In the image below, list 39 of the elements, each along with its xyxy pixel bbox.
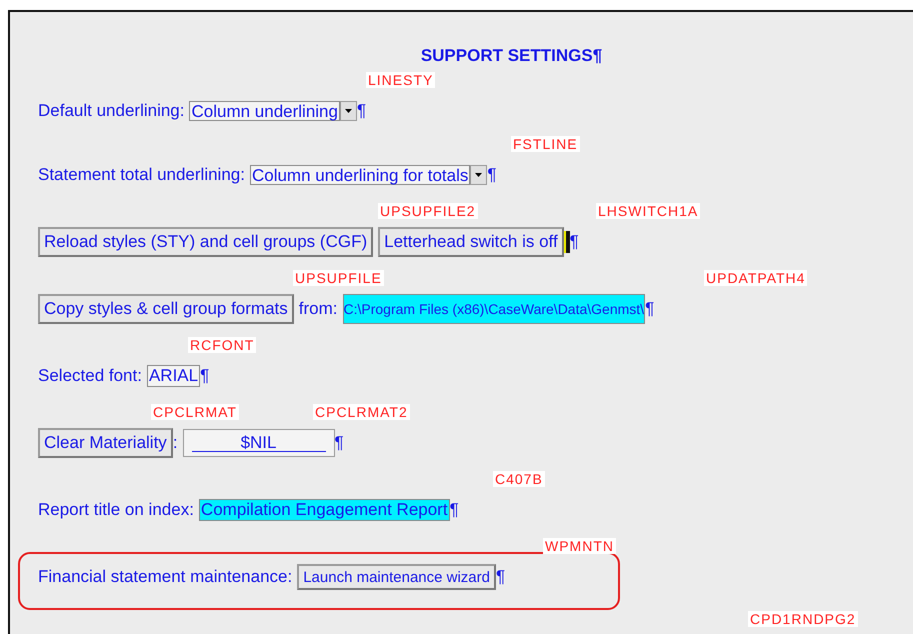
action-button[interactable]: Letterhead switch is off <box>378 227 564 257</box>
dropdown-arrow-icon <box>475 173 482 177</box>
field-code-tag: UPDATPATH4 <box>704 270 808 286</box>
action-button[interactable]: Clear Materiality <box>38 428 173 458</box>
paragraph-mark: ¶ <box>450 500 459 520</box>
paragraph-mark: ¶ <box>570 232 579 252</box>
field-label: Financial statement maintenance: <box>38 567 292 587</box>
field-code-tag: LINESTY <box>366 72 436 88</box>
paragraph-mark: ¶ <box>496 567 506 587</box>
input-field[interactable]: C:\Program Files (x86)\CaseWare\Data\Genmst\ <box>342 294 646 324</box>
field-code-tag: LHSWITCH1A <box>596 203 700 219</box>
field-label: Selected font: <box>38 366 142 386</box>
field-code-tag: RCFONT <box>188 337 256 353</box>
field-label: : <box>172 433 178 453</box>
field-code-tag: UPSUPFILE2 <box>378 203 478 219</box>
paragraph-mark: ¶ <box>487 165 497 185</box>
action-button[interactable]: Launch maintenance wizard <box>297 564 496 590</box>
field-code-tag: CPCLRMAT <box>151 404 239 420</box>
paragraph-mark: ¶ <box>200 366 210 386</box>
paragraph-mark: ¶ <box>334 433 344 453</box>
input-field[interactable]: ARIAL <box>146 365 200 387</box>
field-label: Report title on index: <box>38 500 194 520</box>
field-code-tag: CPD1RNDPG2 <box>748 611 858 627</box>
field-code-tag: UPSUPFILE <box>293 270 384 286</box>
field-code-tag: FSTLINE <box>511 136 580 152</box>
page-title: SUPPORT SETTINGS¶ <box>420 46 602 67</box>
field-code-tag: CPCLRMAT2 <box>313 404 410 420</box>
input-field[interactable]: $NIL <box>182 429 335 457</box>
field-label: Statement total underlining: <box>38 165 245 185</box>
paragraph-mark: ¶ <box>356 101 366 121</box>
field-label: Default underlining: <box>38 101 184 121</box>
field-code-tag: C407B <box>493 471 545 487</box>
dropdown-arrow-icon <box>344 109 352 113</box>
paragraph-mark: ¶ <box>645 299 654 319</box>
field-code-tag: WPMNTN <box>543 538 616 554</box>
input-field[interactable]: Compilation Engagement Report <box>198 499 450 521</box>
field-label: from: <box>298 299 338 319</box>
action-button[interactable]: Reload styles (STY) and cell groups (CGF) <box>38 227 374 257</box>
action-button[interactable]: Copy styles & cell group formats <box>38 294 294 324</box>
